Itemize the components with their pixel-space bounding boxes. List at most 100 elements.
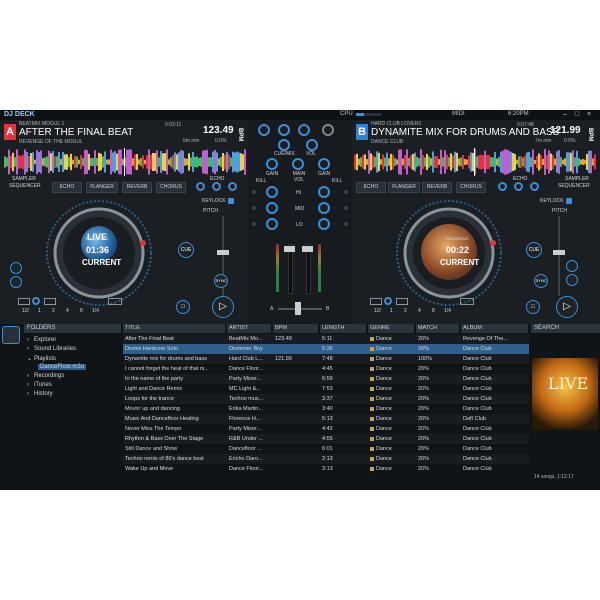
deck-a-fx-knob[interactable] xyxy=(196,182,205,191)
deck-a-platter[interactable]: LIVE REMAINING 01:36 CURRENT xyxy=(44,198,154,308)
chevron-icon[interactable]: › xyxy=(27,391,34,397)
deck-a-reverb-button[interactable]: REVERB xyxy=(122,182,152,193)
chevron-icon[interactable]: › xyxy=(27,346,34,352)
deck-a-stop-button[interactable]: □ xyxy=(176,300,190,314)
deck-a-loop-4[interactable]: 4 xyxy=(66,308,69,314)
deck-a-echo-button[interactable]: ECHO xyxy=(52,182,82,193)
deck-b-sync-button[interactable]: SYNC xyxy=(534,274,548,288)
kill-lo-right[interactable] xyxy=(344,222,348,226)
deck-b-flanger-button[interactable]: FLANGER xyxy=(388,182,420,193)
column-header-album[interactable]: ALBUM xyxy=(461,324,529,333)
table-row[interactable]: Wake Up and Move Dance Floor... 3:13 Dance 2… xyxy=(123,464,529,474)
folder-item[interactable]: › Recordings xyxy=(27,373,64,379)
deck-b-side-button[interactable] xyxy=(566,274,578,286)
deck-a-sync-button[interactable]: SYNC xyxy=(214,274,228,288)
column-header-genre[interactable]: GENRE xyxy=(368,324,415,333)
deck-b-play-button[interactable]: ▷ xyxy=(556,296,578,318)
deck-b-fx-knob[interactable] xyxy=(514,182,523,191)
deck-a-flanger-button[interactable]: FLANGER xyxy=(86,182,118,193)
deck-a-chorus-button[interactable]: CHORUS xyxy=(156,182,186,193)
mixer-knob[interactable] xyxy=(322,124,334,136)
kill-hi-left[interactable] xyxy=(252,190,256,194)
chevron-icon[interactable]: › xyxy=(27,373,34,379)
column-header-bpm[interactable]: BPM xyxy=(273,324,319,333)
deck-a-loop-1[interactable]: 1 xyxy=(38,308,41,314)
lo-left-knob[interactable] xyxy=(266,218,278,230)
deck-a-sampler-label[interactable]: SAMPLER xyxy=(12,176,36,182)
deck-b-fx-knob[interactable] xyxy=(498,182,507,191)
deck-a-loop-1-4[interactable]: 1/4 xyxy=(92,308,99,314)
table-row[interactable]: Never Miss The Tempo Party Mixer... 4:42 Da… xyxy=(123,424,529,434)
table-row[interactable]: Still Dance and Show Dancefloor ... 6:01 Da… xyxy=(123,444,529,454)
deck-b-platter[interactable]: REMAINING 00:22 CURRENT xyxy=(394,198,504,308)
deck-a-keylock-toggle[interactable] xyxy=(228,198,234,204)
close-icon[interactable]: × xyxy=(584,111,594,119)
table-row[interactable]: In the name of the party Party Mixer... 6:… xyxy=(123,374,529,384)
deck-b-stop-button[interactable]: □ xyxy=(526,300,540,314)
table-row[interactable]: Rhythm & Bass Over The Stage R&B Under ..… xyxy=(123,434,529,444)
chevron-icon[interactable]: › xyxy=(27,382,34,388)
hi-left-knob[interactable] xyxy=(266,186,278,198)
deck-b-loop-in-icon[interactable] xyxy=(370,298,382,305)
table-row[interactable]: Dynamite mix for drums and bass Hard Club… xyxy=(123,354,529,364)
hi-right-knob[interactable] xyxy=(318,186,330,198)
channel-b-fader-handle[interactable] xyxy=(302,246,313,252)
deck-a-loop-2[interactable]: 2 xyxy=(52,308,55,314)
deck-a-loop-knob[interactable] xyxy=(32,297,40,305)
deck-b-waveform[interactable] xyxy=(354,148,596,176)
deck-a-loop-8[interactable]: 8 xyxy=(80,308,83,314)
lo-right-knob[interactable] xyxy=(318,218,330,230)
deck-a-cue-button[interactable]: CUE xyxy=(178,242,194,258)
deck-a-badge[interactable]: A xyxy=(4,124,16,140)
deck-a-pitch-handle[interactable] xyxy=(217,250,229,255)
deck-a-sequencer-label[interactable]: SEQUENCER xyxy=(9,183,41,189)
table-row[interactable]: Loops for the trance Techno mus... 3:37 Dan… xyxy=(123,394,529,404)
headphone-icon[interactable] xyxy=(278,124,290,136)
column-header-match[interactable]: MATCH xyxy=(416,324,460,333)
table-row[interactable]: Movin' up and dancing Erika Martin... 3:40… xyxy=(123,404,529,414)
folder-item[interactable]: › Sound Libraries xyxy=(27,346,76,352)
deck-b-sampler-label[interactable]: SAMPLER xyxy=(565,176,589,182)
table-row[interactable]: After The Final Beat BeatMix Mo... 123.49 5… xyxy=(123,334,529,344)
deck-b-fx-knob[interactable] xyxy=(530,182,539,191)
deck-b-badge[interactable]: B xyxy=(356,124,368,140)
deck-b-pitch-handle[interactable] xyxy=(553,250,565,255)
deck-b-loop-8[interactable]: 8 xyxy=(432,308,435,314)
column-header-length[interactable]: LENGTH xyxy=(320,324,367,333)
deck-b-loop-1[interactable]: 1 xyxy=(390,308,393,314)
minimize-icon[interactable]: – xyxy=(560,111,570,119)
browser-toggle-icon[interactable] xyxy=(2,326,20,344)
deck-a-loop-in-icon[interactable] xyxy=(18,298,30,305)
deck-b-reverb-button[interactable]: REVERB xyxy=(422,182,452,193)
deck-b-pitch-slider[interactable] xyxy=(558,216,560,296)
table-row[interactable]: Drums Hardcore Solo Drummer Boy 5:26 Dance 2… xyxy=(123,344,529,354)
cue-mix-knob[interactable] xyxy=(278,139,290,151)
main-vol-knob[interactable] xyxy=(292,158,304,170)
table-row[interactable]: Light and Dance Remix MC Light &... 7:53 Da… xyxy=(123,384,529,394)
mid-right-knob[interactable] xyxy=(318,202,330,214)
deck-a-side-button[interactable] xyxy=(10,276,22,288)
deck-b-loop-1-2[interactable]: 1/2 xyxy=(374,308,381,314)
kill-lo-left[interactable] xyxy=(252,222,256,226)
mixer-knob[interactable] xyxy=(258,124,270,136)
deck-b-loop-1-4[interactable]: 1/4 xyxy=(444,308,451,314)
deck-b-cue-button[interactable]: CUE xyxy=(526,242,542,258)
kill-mid-right[interactable] xyxy=(344,206,348,210)
deck-a-side-button[interactable] xyxy=(10,262,22,274)
deck-b-chorus-button[interactable]: CHORUS xyxy=(456,182,486,193)
vol-knob[interactable] xyxy=(306,139,318,151)
table-row[interactable]: I cannot forget the heat of that ni... Da… xyxy=(123,364,529,374)
kill-mid-left[interactable] xyxy=(252,206,256,210)
deck-b-keylock-toggle[interactable] xyxy=(566,198,572,204)
deck-a-loop-icon[interactable] xyxy=(108,298,122,305)
deck-a-loop-out-icon[interactable] xyxy=(44,298,56,305)
folder-item[interactable]: › Explorer xyxy=(27,337,56,343)
chevron-icon[interactable]: ⌄ xyxy=(27,355,34,362)
chevron-icon[interactable]: › xyxy=(27,337,34,343)
deck-a-waveform[interactable] xyxy=(4,148,246,176)
deck-b-sequencer-label[interactable]: SEQUENCER xyxy=(558,183,590,189)
mixer-knob[interactable] xyxy=(298,124,310,136)
folder-item[interactable]: › iTunes xyxy=(27,382,52,388)
channel-a-fader-handle[interactable] xyxy=(284,246,295,252)
table-row[interactable]: Music And Dancefloor Healing Florence H..… xyxy=(123,414,529,424)
